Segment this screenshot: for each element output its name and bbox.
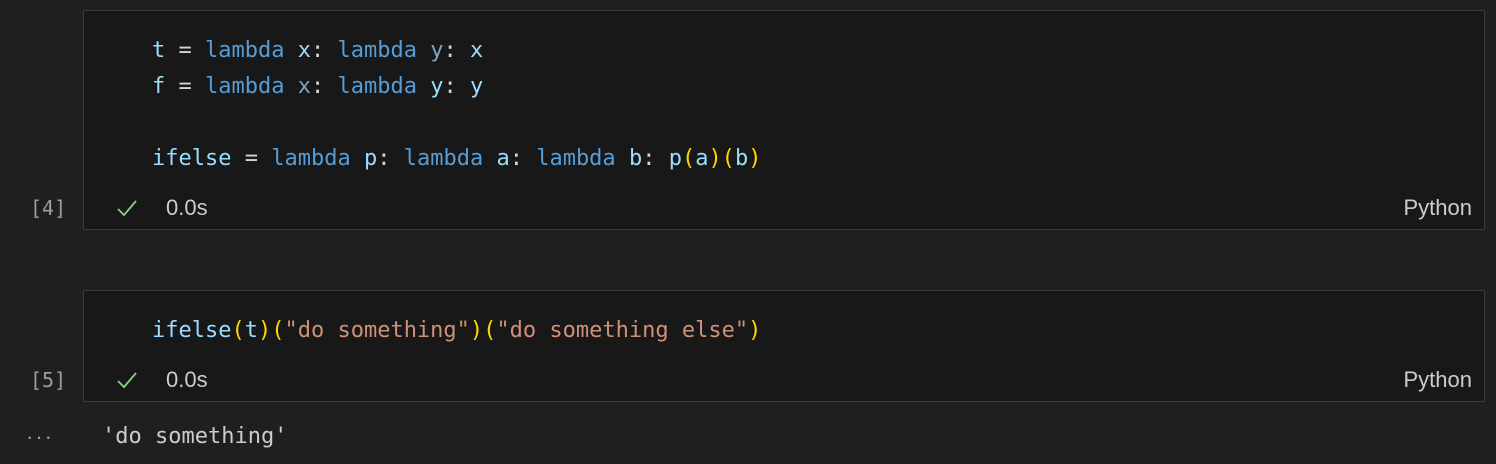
cell-status: 0.0s <box>114 365 208 395</box>
code-line: t = lambda x: lambda y: x <box>152 38 484 63</box>
cell-duration: 0.0s <box>166 195 208 220</box>
code-editor[interactable]: t = lambda x: lambda y: x f = lambda x: … <box>152 33 761 177</box>
language-picker[interactable]: Python <box>1404 367 1473 393</box>
code-line: ifelse = lambda p: lambda a: lambda b: p… <box>152 146 762 171</box>
code-line: f = lambda x: lambda y: y <box>152 74 484 99</box>
code-line: ifelse(t)("do something")("do something … <box>152 318 762 343</box>
execution-count: [4] <box>30 196 67 220</box>
cell-status: 0.0s <box>114 193 208 223</box>
ellipsis-icon[interactable]: ··· <box>26 424 54 450</box>
code-cell[interactable]: ifelse(t)("do something")("do something … <box>83 290 1485 402</box>
check-icon <box>114 195 140 221</box>
code-cell[interactable]: t = lambda x: lambda y: x f = lambda x: … <box>83 10 1485 230</box>
execution-count: [5] <box>30 368 67 392</box>
language-picker[interactable]: Python <box>1404 195 1473 221</box>
cell-output: 'do something' <box>102 424 288 449</box>
code-editor[interactable]: ifelse(t)("do something")("do something … <box>152 313 761 349</box>
cell-duration: 0.0s <box>166 367 208 392</box>
check-icon <box>114 367 140 393</box>
